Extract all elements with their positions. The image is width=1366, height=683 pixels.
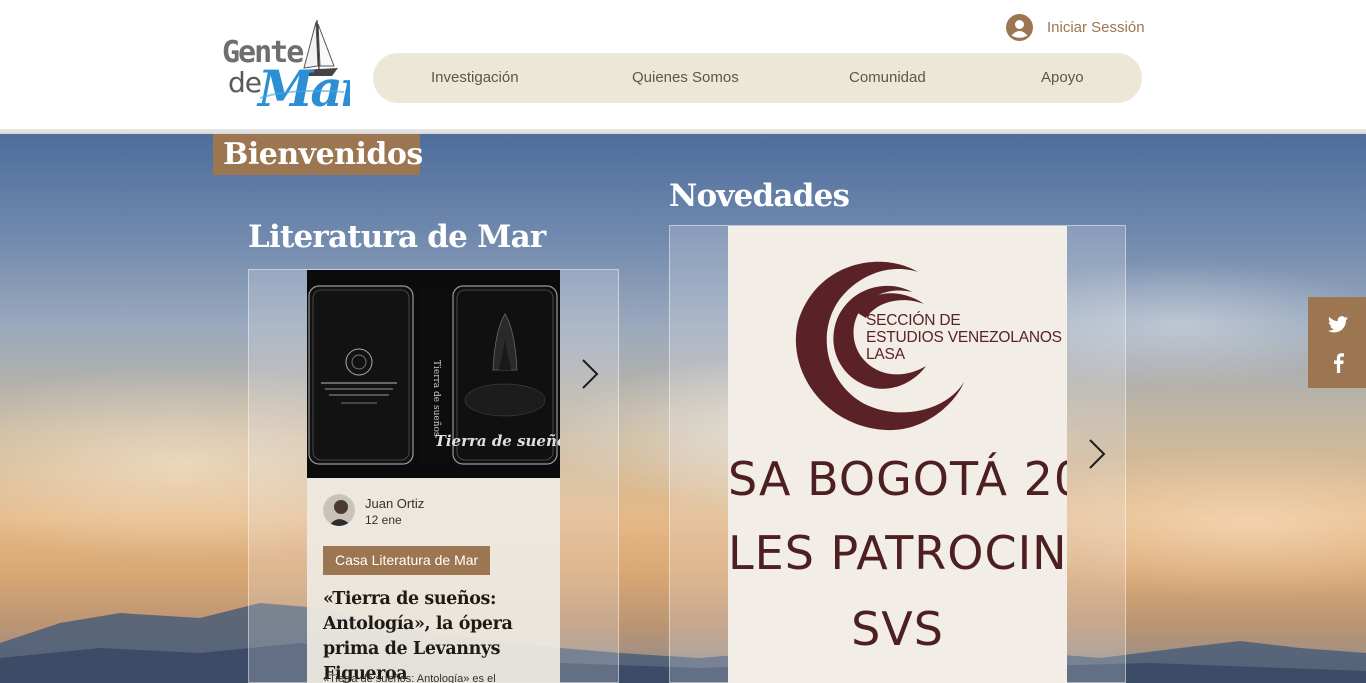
category-tag[interactable]: Casa Literatura de Mar <box>323 546 491 575</box>
login-link[interactable]: Iniciar Sessión <box>1006 13 1145 41</box>
facebook-icon[interactable] <box>1333 353 1344 378</box>
svg-text:de: de <box>228 66 261 99</box>
literature-section-title: Literatura de Mar <box>248 219 546 255</box>
news-org-name: SECCIÓN DE ESTUDIOS VENEZOLANOS LASA <box>866 312 1062 363</box>
author-name[interactable]: Juan Ortiz <box>365 496 424 511</box>
news-slide[interactable]: SECCIÓN DE ESTUDIOS VENEZOLANOS LASA SA … <box>728 226 1067 683</box>
user-avatar-icon <box>1006 13 1033 41</box>
svg-text:Tierra de sueños: Tierra de sueños <box>431 360 441 437</box>
svg-text:Tierra de sueños: Tierra de sueños <box>435 432 560 450</box>
welcome-heading: Bienvenidos <box>223 137 423 172</box>
book-cover-image: Tierra de sueños Tierra de sueños <box>307 270 560 478</box>
news-headline-line-2: LES PATROCINA <box>728 526 1067 580</box>
nav-item-quienes-somos[interactable]: Quienes Somos <box>632 53 739 103</box>
login-label: Iniciar Sessión <box>1047 18 1145 36</box>
news-org-line-3: LASA <box>866 346 905 363</box>
twitter-icon[interactable] <box>1328 316 1348 338</box>
post-date: 12 ene <box>365 513 402 527</box>
site-header: Gente de Mar Iniciar Sessión Investigaci… <box>0 0 1366 129</box>
svg-text:Mar: Mar <box>256 59 350 114</box>
news-org-line-1: SECCIÓN DE <box>866 312 961 329</box>
nav-item-comunidad[interactable]: Comunidad <box>849 53 926 103</box>
author-avatar[interactable] <box>323 494 355 526</box>
literature-next-arrow-icon[interactable] <box>580 358 600 390</box>
news-headline-line-1: SA BOGOTÁ 20 <box>728 452 1067 506</box>
news-section-title: Novedades <box>669 178 850 214</box>
post-excerpt: «Tierra de sueños: Antología» es el <box>323 673 496 683</box>
news-headline-line-3: SVS <box>851 602 944 656</box>
main-nav: Investigación Quienes Somos Comunidad Ap… <box>373 53 1142 103</box>
post-title[interactable]: «Tierra de sueños: Antología», la ópera … <box>323 587 551 683</box>
news-next-arrow-icon[interactable] <box>1087 438 1107 470</box>
nav-item-investigacion[interactable]: Investigación <box>431 53 519 103</box>
nav-item-apoyo[interactable]: Apoyo <box>1041 53 1084 103</box>
social-bar <box>1308 297 1366 388</box>
news-org-line-2: ESTUDIOS VENEZOLANOS <box>866 329 1062 346</box>
gente-de-mar-logo[interactable]: Gente de Mar <box>220 18 350 114</box>
blog-post-card[interactable]: Tierra de sueños Tierra de sueños Juan O… <box>307 270 560 683</box>
